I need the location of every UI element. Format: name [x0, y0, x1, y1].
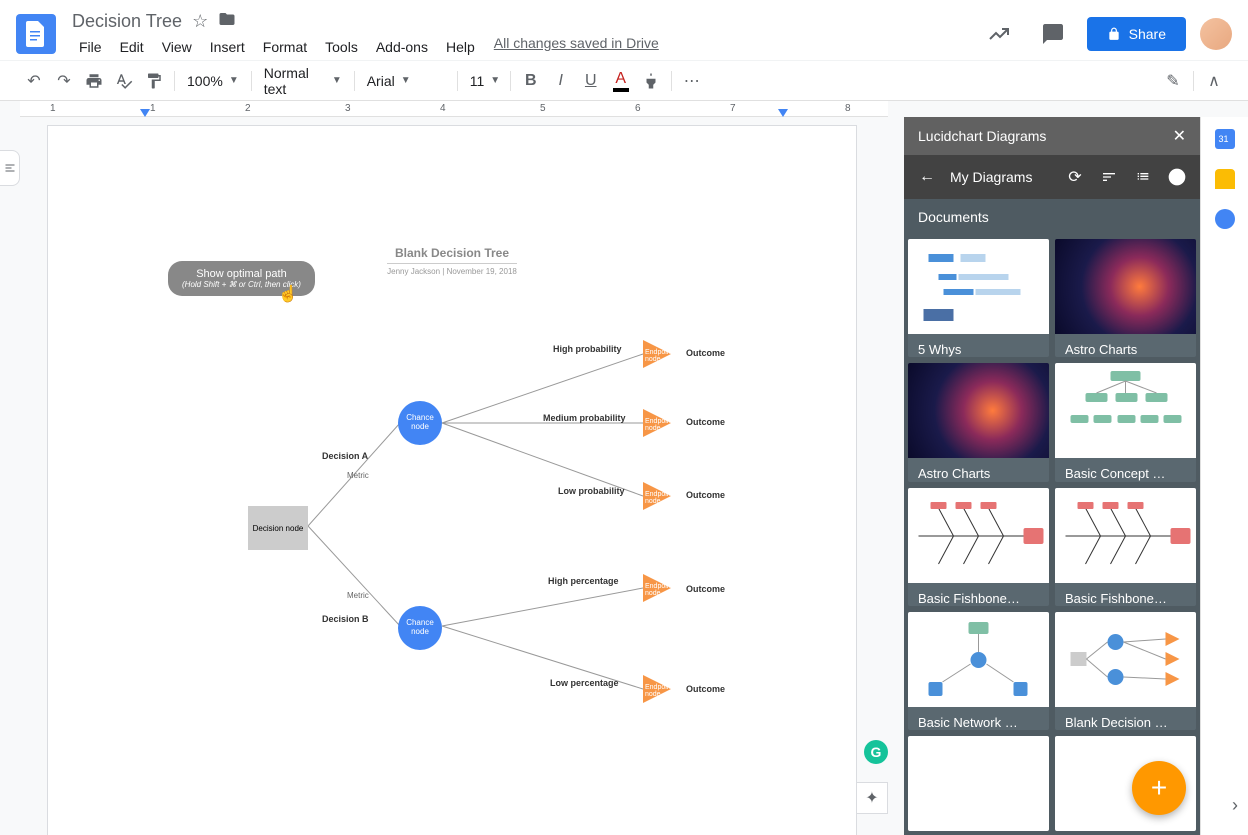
menu-view[interactable]: View [155, 35, 199, 59]
add-fab[interactable]: + [1132, 761, 1186, 815]
diagram-card[interactable]: Basic Fishbone… [1055, 488, 1196, 606]
medium-probability-label: Medium probability [543, 413, 626, 423]
metric-label-b: Metric [347, 591, 369, 600]
more-icon[interactable]: ⋯ [678, 67, 706, 95]
comments-icon[interactable] [1033, 14, 1073, 54]
font-size-select[interactable]: 11▼ [464, 69, 504, 93]
diagram-card[interactable]: Astro Charts [908, 363, 1049, 481]
nav-title: My Diagrams [950, 169, 1052, 185]
highlight-icon[interactable] [637, 67, 665, 95]
endpoint-node: Endpoint node [643, 574, 671, 602]
rail-collapse-icon[interactable]: › [1232, 795, 1238, 816]
user-avatar[interactable] [1200, 18, 1232, 50]
chance-node-a: Chance node [398, 401, 442, 445]
calendar-icon[interactable] [1215, 129, 1235, 149]
diagram-card[interactable]: 5 Whys [908, 239, 1049, 357]
zoom-select[interactable]: 100%▼ [181, 69, 245, 93]
low-percentage-label: Low percentage [550, 678, 619, 688]
list-icon[interactable] [1132, 166, 1154, 188]
diagram-card[interactable]: Blank Decision … [1055, 612, 1196, 730]
endpoint-node: Endpoint node [643, 409, 671, 437]
back-icon[interactable]: ← [916, 166, 938, 188]
decision-a-label: Decision A [322, 451, 368, 461]
spellcheck-icon[interactable] [110, 67, 138, 95]
menu-edit[interactable]: Edit [113, 35, 151, 59]
outcome-label: Outcome [686, 417, 725, 427]
tasks-icon[interactable] [1215, 209, 1235, 229]
grammarly-badge[interactable]: G [864, 740, 888, 764]
toolbar: ↶ ↷ 100%▼ Normal text▼ Arial▼ 11▼ B I U … [0, 60, 1248, 100]
share-label: Share [1129, 26, 1166, 42]
diagram-card[interactable] [908, 736, 1049, 831]
collapse-icon[interactable]: ∧ [1200, 67, 1228, 95]
diagram-card[interactable]: Basic Network … [908, 612, 1049, 730]
menu-addons[interactable]: Add-ons [369, 35, 435, 59]
redo-icon[interactable]: ↷ [50, 67, 78, 95]
refresh-icon[interactable]: ⟳ [1064, 166, 1086, 188]
print-icon[interactable] [80, 67, 108, 95]
close-icon[interactable]: ✕ [1173, 126, 1186, 146]
activity-icon[interactable] [979, 14, 1019, 54]
lock-icon [1107, 27, 1121, 41]
outline-tab[interactable] [0, 150, 20, 186]
decision-tree-diagram: Decision node Decision A Metric Decision… [248, 326, 798, 726]
high-probability-label: High probability [553, 344, 622, 354]
sort-icon[interactable] [1098, 166, 1120, 188]
undo-icon[interactable]: ↶ [20, 67, 48, 95]
bold-icon[interactable]: B [517, 67, 545, 95]
diagram-card[interactable]: Basic Fishbone… [908, 488, 1049, 606]
save-status[interactable]: All changes saved in Drive [494, 35, 659, 59]
paint-format-icon[interactable] [140, 67, 168, 95]
section-title: Documents [904, 199, 1200, 235]
account-icon[interactable] [1166, 166, 1188, 188]
diagram-grid[interactable]: 5 Whys Astro Charts Astro Charts Basic C… [904, 235, 1200, 835]
lucidchart-sidepanel: Lucidchart Diagrams ✕ ← My Diagrams ⟳ Do… [904, 117, 1200, 835]
low-probability-label: Low probability [558, 486, 625, 496]
menu-file[interactable]: File [72, 35, 109, 59]
share-button[interactable]: Share [1087, 17, 1186, 51]
indent-marker-right[interactable] [778, 109, 788, 117]
decision-b-label: Decision B [322, 614, 369, 624]
outcome-label: Outcome [686, 490, 725, 500]
menu-help[interactable]: Help [439, 35, 482, 59]
document-canvas[interactable]: Blank Decision Tree Jenny Jackson | Nove… [0, 117, 904, 835]
sidepanel-title: Lucidchart Diagrams [918, 128, 1046, 144]
edit-mode-icon[interactable]: ✎ [1159, 67, 1187, 95]
indent-marker-left[interactable] [140, 109, 150, 117]
menu-format[interactable]: Format [256, 35, 314, 59]
decision-node: Decision node [248, 506, 308, 550]
star-icon[interactable]: ☆ [192, 11, 208, 32]
underline-icon[interactable]: U [577, 67, 605, 95]
font-select[interactable]: Arial▼ [361, 69, 451, 93]
high-percentage-label: High percentage [548, 576, 619, 586]
folder-icon[interactable] [218, 10, 236, 33]
italic-icon[interactable]: I [547, 67, 575, 95]
outcome-label: Outcome [686, 348, 725, 358]
addons-rail [1200, 117, 1248, 835]
metric-label-a: Metric [347, 471, 369, 480]
outcome-label: Outcome [686, 584, 725, 594]
endpoint-node: Endpoint node [643, 482, 671, 510]
outcome-label: Outcome [686, 684, 725, 694]
cursor-hand-icon: ☝ [278, 284, 298, 304]
diagram-card[interactable]: Basic Concept … [1055, 363, 1196, 481]
style-select[interactable]: Normal text▼ [258, 61, 348, 101]
document-title[interactable]: Decision Tree [72, 11, 182, 32]
page: Blank Decision Tree Jenny Jackson | Nove… [47, 125, 857, 835]
horizontal-ruler: 1 1 2 3 4 5 6 7 8 [20, 101, 888, 117]
keep-icon[interactable] [1215, 169, 1235, 189]
diagram-title: Blank Decision Tree [48, 246, 856, 260]
menu-tools[interactable]: Tools [318, 35, 365, 59]
explore-button[interactable]: ✦ [856, 782, 888, 814]
diagram-card[interactable]: Astro Charts [1055, 239, 1196, 357]
docs-logo-icon[interactable] [16, 14, 56, 54]
chance-node-b: Chance node [398, 606, 442, 650]
endpoint-node: Endpoint node [643, 675, 671, 703]
text-color-icon[interactable]: A [607, 67, 635, 95]
menu-insert[interactable]: Insert [203, 35, 252, 59]
endpoint-node: Endpoint node [643, 340, 671, 368]
